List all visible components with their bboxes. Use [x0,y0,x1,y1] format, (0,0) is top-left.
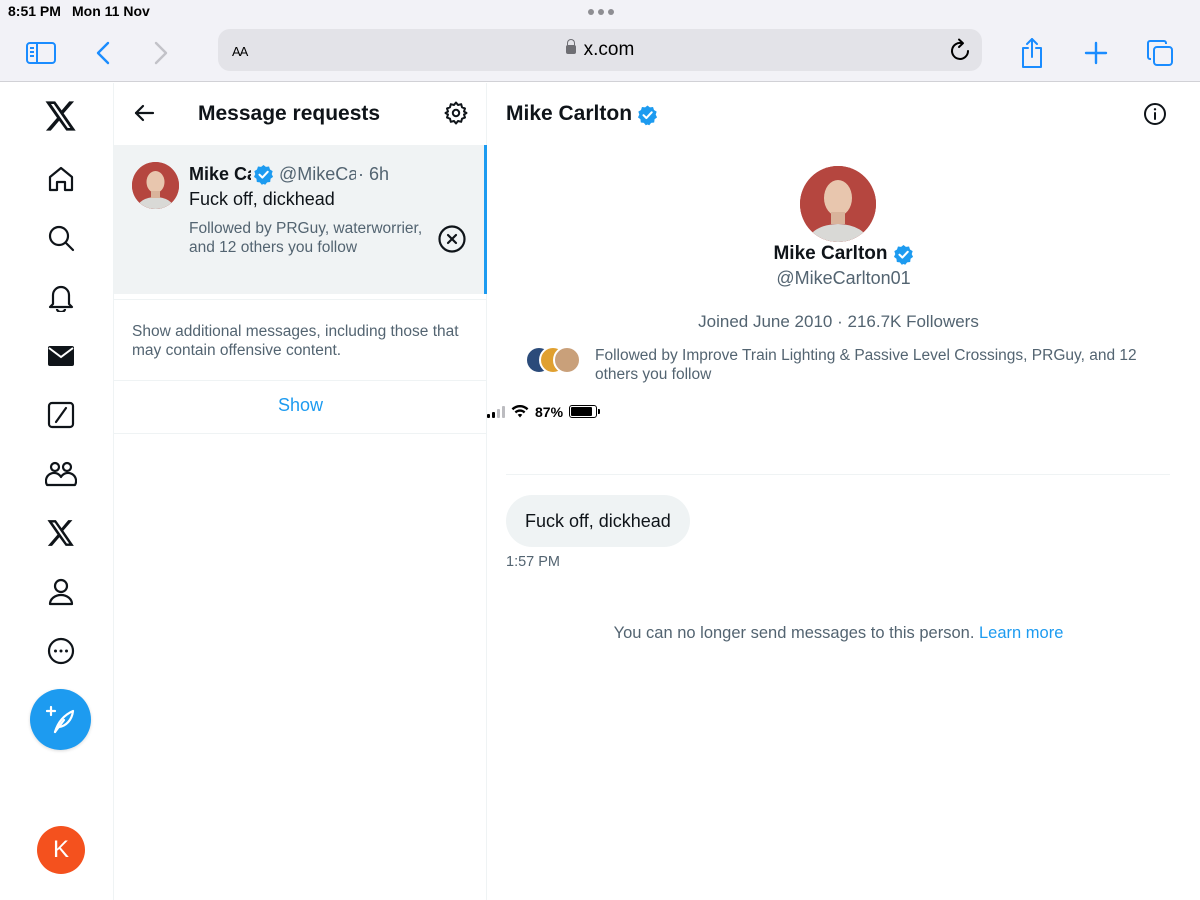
message-bubble[interactable]: Fuck off, dickhead [506,495,690,547]
premium-icon[interactable] [41,513,81,553]
new-tab-icon[interactable] [1077,34,1115,72]
gear-icon[interactable] [444,101,468,130]
profile-handle: @MikeCarlton01 [776,268,911,288]
notifications-icon[interactable] [41,277,81,317]
verified-badge-icon [893,244,914,265]
compose-post-button[interactable] [30,689,91,750]
verified-badge-icon [253,164,274,185]
profile-followed-by: Followed by Improve Train Lighting & Pas… [595,347,1137,383]
message-requests-header: Message requests [114,83,487,145]
sender-name: Mike Carlton [189,164,251,184]
divider [114,380,487,381]
share-icon[interactable] [1013,34,1051,72]
back-icon[interactable] [84,34,122,72]
info-icon[interactable] [1143,102,1167,131]
message-requests-panel: Message requests Mike Carlton @MikeCarlt… [114,83,487,900]
learn-more-link[interactable]: Learn more [979,624,1063,642]
divider [114,433,487,434]
forward-icon[interactable] [142,34,180,72]
message-request-item[interactable]: Mike Carlton @MikeCarlton01 · 6h Fuck of… [114,145,487,294]
followed-by-text: Followed by PRGuy, waterworrier, and 12 … [189,220,423,256]
messages-icon[interactable] [41,336,81,376]
profile-name-row[interactable]: Mike Carlton [487,243,1200,265]
status-date: Mon 11 Nov [72,3,150,19]
back-arrow-icon[interactable] [132,101,156,130]
conversation-header[interactable]: Mike Carlton [506,102,658,126]
url-domain[interactable]: x.com [218,39,982,61]
status-time: 8:51 PM [8,3,61,19]
conversation-panel: Mike Carlton Mike Carlton @MikeCarlton01… [487,83,1200,900]
reload-icon[interactable] [950,38,972,67]
avatar[interactable] [132,162,179,209]
blocked-notice-text: You can no longer send messages to this … [613,624,975,642]
followed-by-avatars [525,346,581,376]
sender-handle: @MikeCarlton01 [278,164,356,184]
request-message-preview: Fuck off, dickhead [189,189,335,209]
message-timestamp: 1:57 PM [506,554,560,570]
request-time: · 6h [357,164,389,184]
verified-badge-icon [637,104,658,125]
message-text: Fuck off, dickhead [525,510,671,531]
sidebar-toggle-icon[interactable] [22,34,60,72]
address-bar[interactable]: AA x.com [218,29,982,71]
account-avatar[interactable]: K [37,826,85,874]
blocked-notice: You can no longer send messages to this … [487,624,1190,643]
divider [114,299,487,300]
profile-name: Mike Carlton [773,243,888,264]
feather-plus-icon [45,705,74,733]
additional-messages-text: Show additional messages, including thos… [132,323,459,359]
divider [506,474,1170,475]
conversation-title: Mike Carlton [506,102,633,125]
status-bar: 8:51 PM Mon 11 Nov 87% [0,0,1200,420]
tabs-overview-icon[interactable] [1141,34,1179,72]
show-button[interactable]: Show [114,395,487,416]
left-navigation: K [0,83,114,900]
communities-icon[interactable] [41,454,81,494]
profile-avatar[interactable] [800,166,876,242]
browser-toolbar: AA x.com [0,24,1200,82]
home-icon[interactable] [41,159,81,199]
profile-meta: Joined June 2010 · 216.7K Followers [698,312,979,331]
dismiss-request-icon[interactable] [437,224,467,259]
grok-icon[interactable] [41,395,81,435]
page-title: Message requests [198,102,381,125]
profile-icon[interactable] [41,572,81,612]
more-icon[interactable] [41,631,81,671]
search-icon[interactable] [41,218,81,258]
x-logo-icon[interactable] [41,96,81,136]
lock-icon [565,39,576,54]
